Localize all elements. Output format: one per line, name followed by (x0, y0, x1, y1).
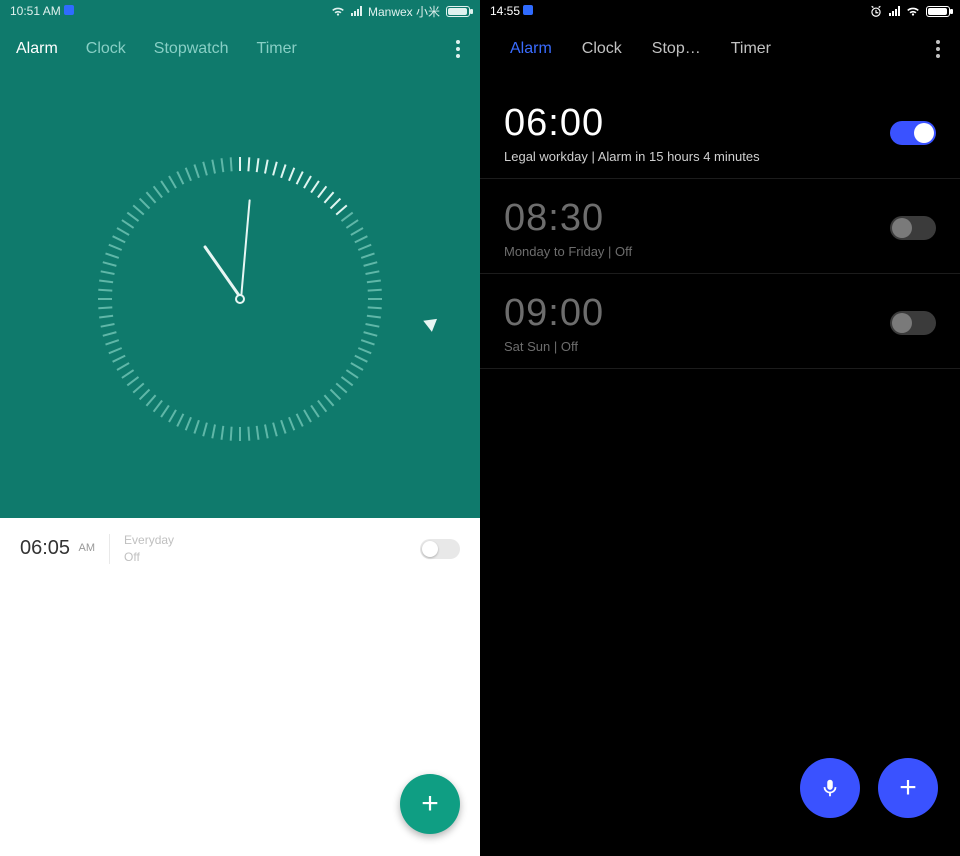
alarm-toggle[interactable] (890, 311, 936, 335)
alarm-time: 06:00 (504, 102, 876, 145)
alarm-sub: Monday to Friday | Off (504, 244, 876, 259)
alarm-meta: Everyday Off (124, 532, 174, 566)
add-alarm-button[interactable]: + (400, 774, 460, 834)
wifi-icon (906, 5, 920, 17)
alarm-sub: Legal workday | Alarm in 15 hours 4 minu… (504, 149, 876, 164)
battery-icon (446, 6, 470, 17)
phone-dark: 14:55 Alarm Clock Stop… Timer 06:00 Lega… (480, 0, 960, 856)
alarm-row[interactable]: 06:00 Legal workday | Alarm in 15 hours … (480, 84, 960, 179)
tab-alarm[interactable]: Alarm (510, 40, 552, 58)
tab-timer[interactable]: Timer (257, 40, 297, 58)
mic-icon (819, 777, 841, 799)
alarm-list: 06:00 Legal workday | Alarm in 15 hours … (480, 80, 960, 369)
signal-icon (889, 6, 900, 16)
alarm-status-icon (869, 4, 883, 18)
add-alarm-button[interactable]: + (878, 758, 938, 818)
tab-clock[interactable]: Clock (582, 40, 622, 58)
voice-button[interactable] (800, 758, 860, 818)
alarm-row[interactable]: 06:05 AM Everyday Off (0, 518, 480, 580)
phone-light: 10:51 AM Manwex 小米 Alarm Clock Stopwatch… (0, 0, 480, 856)
status-bar: 14:55 (480, 0, 960, 22)
status-time: 10:51 AM (10, 4, 61, 18)
alarm-toggle[interactable] (890, 216, 936, 240)
clock-dial[interactable] (0, 80, 480, 518)
alarm-time: 08:30 (504, 197, 876, 240)
tab-alarm[interactable]: Alarm (16, 40, 58, 58)
battery-icon (926, 6, 950, 17)
empty-area: + (0, 580, 480, 856)
alarm-toggle[interactable] (420, 539, 460, 559)
status-bar: 10:51 AM Manwex 小米 (0, 0, 480, 22)
tab-bar: Alarm Clock Stop… Timer (480, 22, 960, 80)
tab-timer[interactable]: Timer (731, 40, 771, 58)
alarm-row[interactable]: 08:30 Monday to Friday | Off (480, 179, 960, 274)
alarm-row[interactable]: 09:00 Sat Sun | Off (480, 274, 960, 369)
tab-stopwatch[interactable]: Stopwatch (154, 40, 229, 58)
alarm-ampm: AM (79, 542, 96, 554)
tab-bar: Alarm Clock Stopwatch Timer (0, 22, 480, 80)
alarm-sub: Sat Sun | Off (504, 339, 876, 354)
status-carrier: Manwex 小米 (368, 3, 440, 20)
signal-icon (351, 6, 362, 16)
overflow-menu-icon[interactable] (452, 36, 464, 62)
wifi-icon (331, 5, 345, 17)
tab-clock[interactable]: Clock (86, 40, 126, 58)
clock-pivot (235, 294, 245, 304)
notification-icon (64, 5, 74, 15)
overflow-menu-icon[interactable] (932, 36, 944, 62)
status-time: 14:55 (490, 4, 520, 18)
dial-marker-icon (423, 313, 441, 331)
tab-stopwatch[interactable]: Stop… (652, 40, 701, 58)
alarm-time: 06:05 (20, 537, 70, 559)
alarm-time: 09:00 (504, 292, 876, 335)
alarm-toggle[interactable] (890, 121, 936, 145)
notification-icon (523, 5, 533, 15)
